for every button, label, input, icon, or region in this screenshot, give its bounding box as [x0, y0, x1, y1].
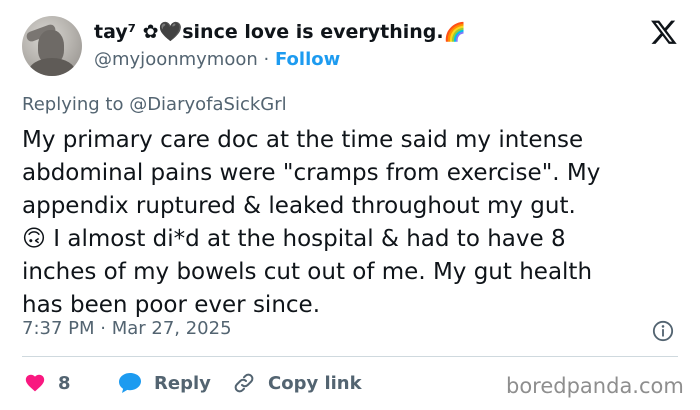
tweet-header: tay⁷ ✿🖤since love is everything.🌈 @myjoo… — [22, 14, 682, 78]
follow-button[interactable]: Follow — [275, 49, 340, 70]
user-handle[interactable]: @myjoonmymoon — [94, 49, 258, 70]
heart-icon — [25, 374, 45, 392]
copy-link-label: Copy link — [268, 372, 362, 394]
reply-bubble-icon — [119, 373, 141, 393]
timestamp[interactable]: 7:37 PM · Mar 27, 2025 — [22, 318, 232, 339]
avatar[interactable] — [22, 16, 82, 76]
copy-link-button[interactable]: Copy link — [232, 368, 362, 398]
handle-separator: · — [263, 49, 270, 70]
watermark: boredpanda.com — [506, 374, 684, 398]
black-heart-emoji: 🖤 — [158, 21, 183, 43]
info-icon[interactable] — [652, 320, 674, 342]
reply-label: Reply — [154, 372, 211, 394]
like-count: 8 — [58, 372, 71, 394]
replying-to[interactable]: Replying to @DiaryofaSickGrl — [22, 94, 287, 115]
x-logo-icon[interactable] — [650, 18, 678, 46]
display-name-text: tay⁷ ✿ — [94, 21, 159, 43]
like-button[interactable]: 8 — [24, 368, 71, 398]
handle-row: @myjoonmymoon · Follow — [94, 49, 340, 70]
link-icon — [234, 373, 254, 393]
display-name-suffix: since love is everything. — [182, 21, 444, 43]
display-name[interactable]: tay⁷ ✿🖤since love is everything.🌈 — [94, 20, 466, 43]
avatar-shoulders — [28, 58, 76, 76]
tweet-text: My primary care doc at the time said my … — [22, 127, 601, 318]
rainbow-emoji: 🌈 — [443, 22, 467, 43]
divider — [22, 356, 678, 357]
reply-button[interactable]: Reply — [118, 368, 211, 398]
